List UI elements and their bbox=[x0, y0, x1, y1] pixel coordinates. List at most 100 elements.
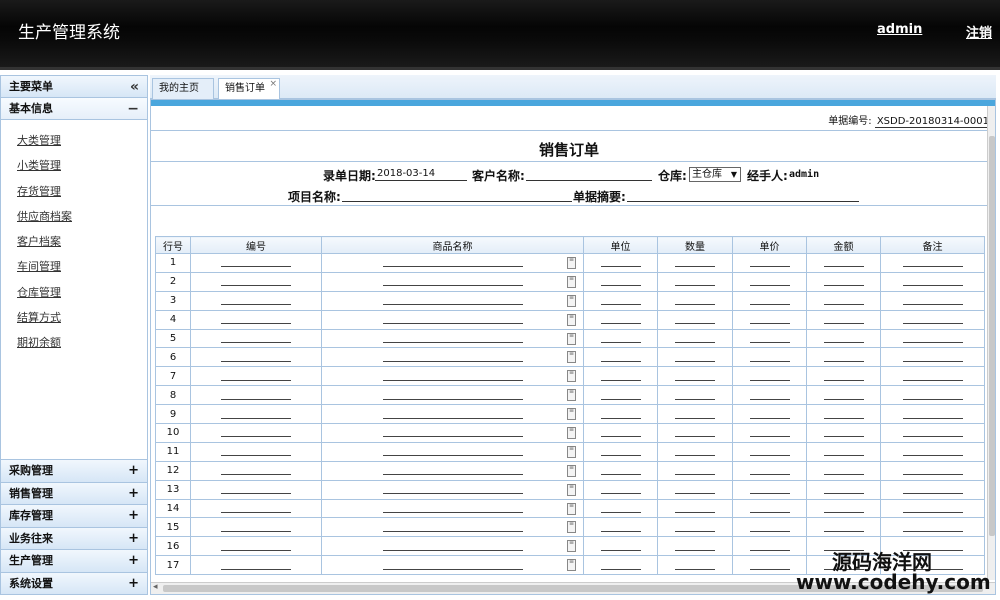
unit-cell[interactable] bbox=[583, 253, 658, 273]
cell-input[interactable] bbox=[221, 446, 291, 457]
product-picker-icon[interactable]: ≡ bbox=[567, 257, 576, 269]
qty-cell[interactable] bbox=[657, 517, 733, 538]
product-picker-icon[interactable]: ≡ bbox=[567, 351, 576, 364]
code-cell[interactable] bbox=[190, 290, 322, 311]
price-cell[interactable] bbox=[732, 271, 807, 292]
cell-input[interactable] bbox=[221, 465, 291, 476]
price-cell[interactable] bbox=[732, 385, 807, 406]
cell-input[interactable] bbox=[382, 446, 523, 457]
remark-cell[interactable] bbox=[880, 290, 985, 311]
unit-cell[interactable] bbox=[583, 479, 658, 500]
cell-input[interactable] bbox=[675, 409, 715, 419]
product-picker-icon[interactable]: ≡ bbox=[567, 275, 576, 288]
cell-input[interactable] bbox=[221, 484, 291, 495]
price-cell[interactable] bbox=[732, 479, 807, 500]
sidebar-section-sales[interactable]: 销售管理 + bbox=[1, 481, 147, 504]
product-name-cell[interactable]: ≡ bbox=[321, 479, 584, 500]
cell-input[interactable] bbox=[823, 276, 864, 287]
amount-cell[interactable] bbox=[806, 441, 881, 462]
cell-input[interactable] bbox=[600, 427, 641, 438]
cell-input[interactable] bbox=[749, 314, 790, 325]
remark-cell[interactable] bbox=[880, 366, 985, 387]
product-picker-icon[interactable]: ≡ bbox=[567, 427, 576, 440]
cell-input[interactable] bbox=[675, 560, 715, 570]
collapse-section-icon[interactable]: − bbox=[127, 98, 139, 120]
remark-cell[interactable] bbox=[880, 404, 985, 425]
sidebar-section-purchasing[interactable]: 采购管理 + bbox=[1, 459, 147, 482]
cell-input[interactable] bbox=[675, 390, 715, 400]
remark-cell[interactable] bbox=[880, 441, 985, 462]
cell-input[interactable] bbox=[675, 522, 715, 532]
cell-input[interactable] bbox=[600, 314, 641, 325]
unit-cell[interactable] bbox=[583, 309, 658, 330]
product-picker-icon[interactable]: ≡ bbox=[567, 313, 576, 326]
cell-input[interactable] bbox=[221, 390, 291, 400]
remark-cell[interactable] bbox=[880, 460, 985, 481]
cell-input[interactable] bbox=[749, 465, 790, 476]
qty-cell[interactable] bbox=[657, 441, 733, 462]
cell-input[interactable] bbox=[221, 522, 291, 532]
product-picker-icon[interactable]: ≡ bbox=[567, 294, 576, 307]
cell-input[interactable] bbox=[221, 503, 291, 514]
cell-input[interactable] bbox=[823, 352, 864, 362]
product-name-cell[interactable]: ≡ bbox=[321, 536, 584, 557]
cell-input[interactable] bbox=[675, 352, 715, 362]
cell-input[interactable] bbox=[600, 295, 641, 306]
amount-cell[interactable] bbox=[806, 347, 881, 368]
amount-cell[interactable] bbox=[806, 328, 881, 349]
cell-input[interactable] bbox=[675, 465, 715, 476]
product-name-cell[interactable]: ≡ bbox=[321, 347, 584, 368]
unit-cell[interactable] bbox=[583, 536, 658, 557]
product-picker-icon[interactable]: ≡ bbox=[567, 540, 576, 553]
tab-sales-order[interactable]: 销售订单 × bbox=[218, 78, 280, 100]
sidebar-item-inventory[interactable]: 存货管理 bbox=[17, 179, 147, 204]
qty-cell[interactable] bbox=[657, 423, 733, 443]
cell-input[interactable] bbox=[749, 484, 790, 495]
cell-input[interactable] bbox=[382, 276, 523, 287]
cell-input[interactable] bbox=[382, 409, 523, 419]
unit-cell[interactable] bbox=[583, 498, 658, 519]
code-cell[interactable] bbox=[190, 460, 322, 481]
cell-input[interactable] bbox=[749, 409, 790, 419]
price-cell[interactable] bbox=[732, 366, 807, 387]
amount-cell[interactable] bbox=[806, 253, 881, 273]
product-name-cell[interactable]: ≡ bbox=[321, 366, 584, 387]
cell-input[interactable] bbox=[902, 446, 963, 457]
cell-input[interactable] bbox=[902, 484, 963, 495]
cell-input[interactable] bbox=[675, 371, 715, 381]
qty-cell[interactable] bbox=[657, 498, 733, 519]
cell-input[interactable] bbox=[902, 409, 963, 419]
remark-cell[interactable] bbox=[880, 517, 985, 538]
code-cell[interactable] bbox=[190, 498, 322, 519]
cell-input[interactable] bbox=[823, 427, 864, 438]
product-name-cell[interactable]: ≡ bbox=[321, 309, 584, 330]
cell-input[interactable] bbox=[382, 257, 523, 268]
amount-cell[interactable] bbox=[806, 309, 881, 330]
price-cell[interactable] bbox=[732, 347, 807, 368]
cell-input[interactable] bbox=[749, 333, 790, 343]
vertical-scrollbar[interactable] bbox=[987, 106, 995, 580]
code-cell[interactable] bbox=[190, 441, 322, 462]
cell-input[interactable] bbox=[675, 427, 715, 438]
remark-cell[interactable] bbox=[880, 479, 985, 500]
code-cell[interactable] bbox=[190, 347, 322, 368]
remark-cell[interactable] bbox=[880, 253, 985, 273]
cell-input[interactable] bbox=[382, 371, 523, 381]
cell-input[interactable] bbox=[221, 560, 291, 570]
product-name-cell[interactable]: ≡ bbox=[321, 404, 584, 425]
amount-cell[interactable] bbox=[806, 517, 881, 538]
code-cell[interactable] bbox=[190, 536, 322, 557]
cell-input[interactable] bbox=[600, 276, 641, 287]
remark-cell[interactable] bbox=[880, 309, 985, 330]
unit-cell[interactable] bbox=[583, 271, 658, 292]
cell-input[interactable] bbox=[221, 409, 291, 419]
product-picker-icon[interactable]: ≡ bbox=[567, 521, 576, 534]
product-name-cell[interactable]: ≡ bbox=[321, 555, 584, 576]
qty-cell[interactable] bbox=[657, 347, 733, 368]
cell-input[interactable] bbox=[675, 333, 715, 343]
remark-cell[interactable] bbox=[880, 423, 985, 443]
cell-input[interactable] bbox=[221, 276, 291, 287]
cell-input[interactable] bbox=[675, 257, 715, 268]
sidebar-section-basic-info[interactable]: 基本信息 − bbox=[1, 98, 147, 120]
qty-cell[interactable] bbox=[657, 290, 733, 311]
